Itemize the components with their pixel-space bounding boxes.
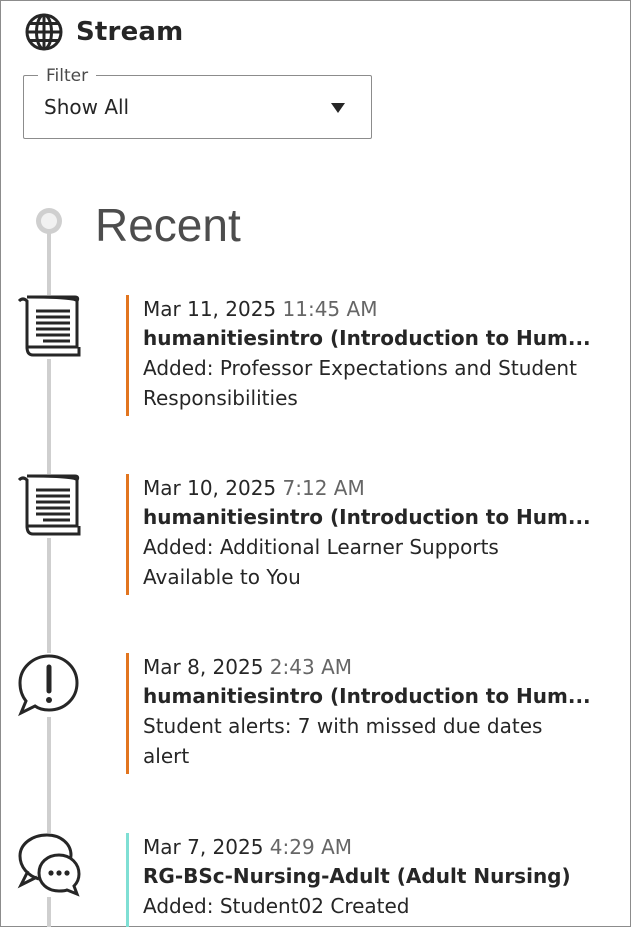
document-icon [17, 474, 81, 538]
filter-label: Filter [38, 66, 97, 86]
filter-select[interactable]: Filter Show All [23, 66, 372, 139]
globe-icon [25, 13, 63, 51]
page-title: Stream [76, 17, 184, 47]
item-date: Mar 10, 2025 [143, 476, 277, 500]
item-description: Student alerts: 7 with missed due dates … [143, 714, 543, 768]
item-date: Mar 8, 2025 [143, 655, 264, 679]
item-content: Mar 11, 2025 11:45 AM humanitiesintro (I… [143, 295, 593, 413]
discussion-bubbles-icon [17, 833, 81, 897]
alert-bubble-icon [17, 653, 81, 717]
filter-value: Show All [44, 95, 130, 119]
item-content: Mar 10, 2025 7:12 AM humanitiesintro (In… [143, 474, 593, 592]
item-course-link[interactable]: humanitiesintro (Introduction to Hum... [143, 502, 593, 532]
item-description: Added: Additional Learner Supports Avail… [143, 535, 499, 589]
item-description: Added: Student02 Created [143, 894, 410, 918]
section-heading-recent: Recent [95, 199, 241, 251]
timeline-start-dot [36, 208, 62, 234]
item-content: Mar 7, 2025 4:29 AM RG-BSc-Nursing-Adult… [143, 833, 593, 921]
item-course-link[interactable]: humanitiesintro (Introduction to Hum... [143, 323, 593, 353]
stream-header: Stream [24, 12, 183, 52]
item-time: 2:43 AM [269, 655, 353, 679]
item-timestamp: Mar 8, 2025 2:43 AM [143, 653, 593, 681]
item-accent-bar [126, 833, 129, 927]
item-accent-bar [126, 295, 129, 416]
item-date: Mar 11, 2025 [143, 297, 277, 321]
item-course-link[interactable]: humanitiesintro (Introduction to Hum... [143, 681, 593, 711]
item-content: Mar 8, 2025 2:43 AM humanitiesintro (Int… [143, 653, 593, 771]
item-timestamp: Mar 7, 2025 4:29 AM [143, 833, 593, 861]
item-accent-bar [126, 653, 129, 774]
item-time: 11:45 AM [282, 297, 378, 321]
item-description: Added: Professor Expectations and Studen… [143, 356, 577, 410]
item-timestamp: Mar 11, 2025 11:45 AM [143, 295, 593, 323]
caret-down-icon [331, 103, 345, 113]
item-course-link[interactable]: RG-BSc-Nursing-Adult (Adult Nursing) [143, 861, 593, 891]
item-time: 4:29 AM [269, 835, 353, 859]
item-timestamp: Mar 10, 2025 7:12 AM [143, 474, 593, 502]
document-icon [17, 295, 81, 359]
item-accent-bar [126, 474, 129, 595]
page-frame [0, 0, 631, 927]
item-time: 7:12 AM [282, 476, 365, 500]
item-date: Mar 7, 2025 [143, 835, 264, 859]
